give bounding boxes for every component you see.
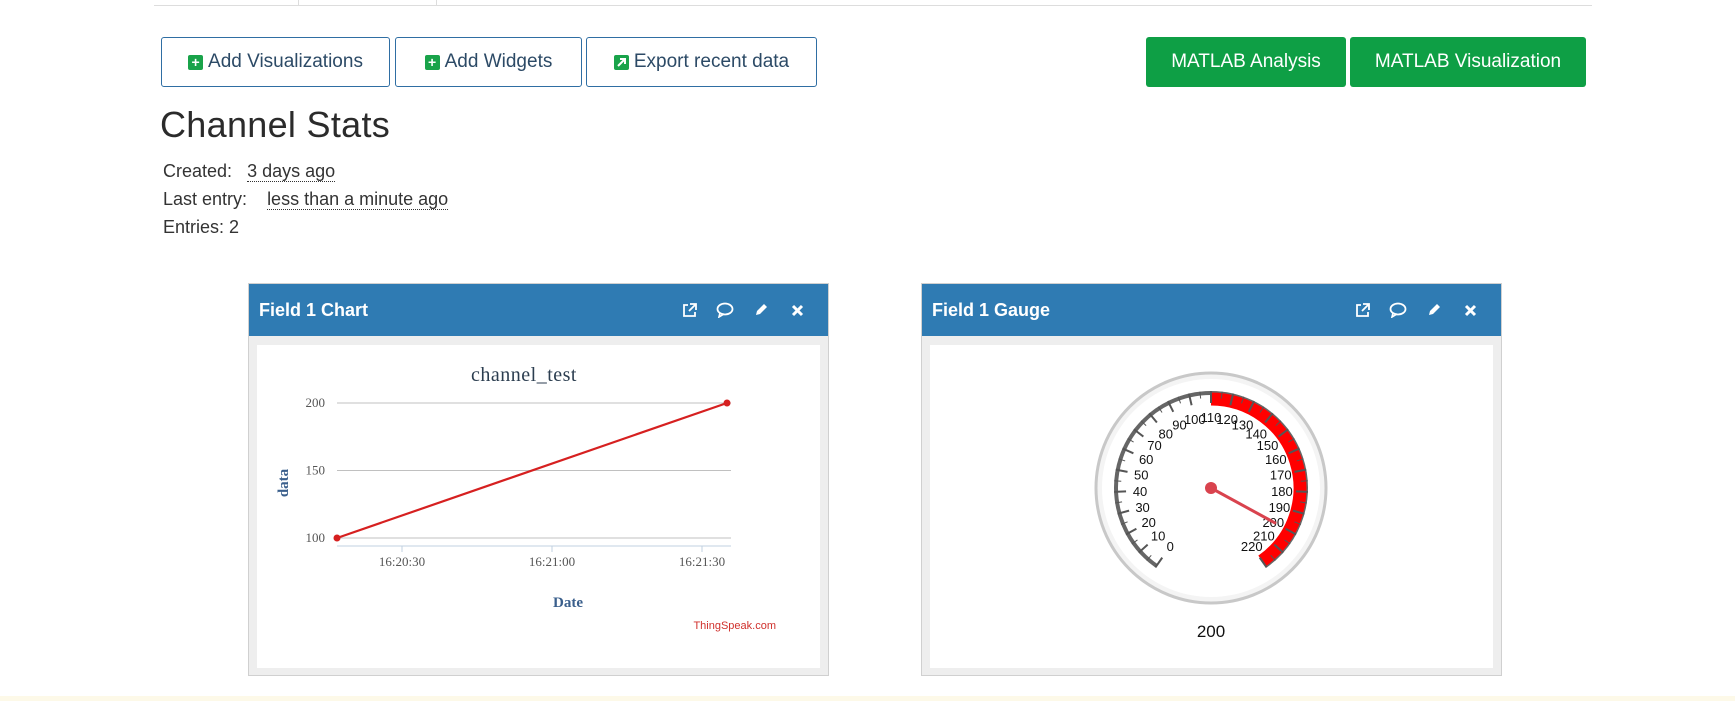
matlab-visualization-button[interactable]: MATLAB Visualization (1350, 37, 1586, 87)
entries-stat: Entries: 2 (163, 217, 240, 237)
matlab-visualization-label: MATLAB Visualization (1374, 51, 1562, 72)
field-1-chart-panel: Field 1 Chart channel_test 100 150 200 16:… (248, 283, 829, 676)
gauge-body: 0 10 20 30 40 50 60 70 80 90 100 110 120 130 140 150 160… (930, 345, 1493, 668)
add-widgets-button[interactable]: + Add Widgets (395, 37, 582, 87)
matlab-analysis-button[interactable]: MATLAB Analysis (1146, 37, 1346, 87)
y-tick-label: 150 (306, 463, 326, 478)
gauge-value-label: 200 (1197, 622, 1225, 641)
gauge-needle-hub (1205, 482, 1217, 494)
data-point[interactable] (723, 399, 731, 407)
y-tick-label: 100 (306, 530, 326, 545)
external-link-icon[interactable] (1353, 301, 1371, 319)
gauge-tick-label: 40 (1133, 484, 1147, 499)
y-axis-label: data (276, 468, 292, 497)
panel-title: Field 1 Chart (259, 299, 369, 320)
gauge-tick (1300, 480, 1308, 482)
add-visualizations-button[interactable]: + Add Visualizations (161, 37, 390, 87)
created-stat: Created: 3 days ago (163, 161, 336, 182)
created-label: Created: (163, 161, 233, 181)
comment-icon[interactable] (716, 301, 734, 319)
gauge-tick-label: 60 (1139, 452, 1153, 467)
pencil-icon[interactable] (752, 301, 770, 319)
last-entry-label: Last entry: (163, 189, 248, 209)
x-tick-label: 16:21:00 (529, 554, 575, 569)
x-tick-label: 16:20:30 (379, 554, 425, 569)
close-icon[interactable] (788, 301, 806, 319)
gauge-tick-label: 20 (1141, 515, 1155, 530)
pencil-icon[interactable] (1425, 301, 1443, 319)
panel-header: Field 1 Gauge (922, 284, 1501, 336)
add-widgets-label: Add Widgets (444, 51, 553, 72)
export-icon (613, 54, 629, 70)
gauge-tick-label: 170 (1270, 468, 1292, 483)
gauge-tick-label: 50 (1134, 468, 1148, 483)
data-point[interactable] (333, 534, 341, 542)
last-entry-value: less than a minute ago (267, 189, 449, 210)
tab-divider (436, 0, 437, 5)
add-visualizations-label: Add Visualizations (208, 51, 363, 72)
panel-actions (680, 284, 806, 336)
gauge-tick-label: 160 (1265, 452, 1287, 467)
tab-strip (154, 0, 1592, 6)
created-value: 3 days ago (247, 161, 336, 182)
external-link-icon[interactable] (680, 301, 698, 319)
close-icon[interactable] (1461, 301, 1479, 319)
gauge-tick-label: 180 (1271, 484, 1293, 499)
x-axis-label: Date (553, 595, 583, 611)
matlab-analysis-label: MATLAB Analysis (1171, 51, 1321, 72)
gauge-tick-label: 10 (1151, 528, 1165, 543)
field-1-gauge-panel: Field 1 Gauge 0 10 20 30 40 50 60 70 80 90 100 110 1… (921, 283, 1502, 676)
gauge-chart: 0102030405060708090100110120130140150160… (1094, 371, 1328, 641)
panel-actions (1353, 284, 1479, 336)
panel-header: Field 1 Chart (249, 284, 828, 336)
gauge-tick-label: 190 (1269, 500, 1291, 515)
comment-icon[interactable] (1389, 301, 1407, 319)
tab-divider (298, 0, 299, 5)
export-recent-data-button[interactable]: Export recent data (586, 37, 817, 87)
gauge-tick-label: 220 (1241, 539, 1263, 554)
gauge-tick-label: 0 (1167, 539, 1174, 554)
x-tick-label: 16:21:30 (679, 554, 725, 569)
footer-strip (0, 696, 1735, 701)
panel-title: Field 1 Gauge (932, 299, 1051, 320)
export-recent-data-label: Export recent data (633, 51, 790, 72)
chart-body: channel_test 100 150 200 16:20:30 16:21:00 1… (257, 345, 820, 668)
gauge-tick-label: 150 (1257, 438, 1279, 453)
plus-icon: + (424, 54, 440, 70)
chart-title: channel_test (471, 364, 577, 386)
plus-icon: + (188, 54, 204, 70)
line-chart: channel_test 100 150 200 16:20:30 16:21:00 1… (276, 364, 776, 632)
last-entry-stat: Last entry: less than a minute ago (163, 189, 449, 210)
y-tick-label: 200 (306, 395, 326, 410)
chart-credit[interactable]: ThingSpeak.com (693, 620, 776, 632)
gauge-tick (1114, 480, 1122, 482)
gauge-tick-label: 80 (1159, 426, 1173, 441)
gauge-tick-label: 30 (1135, 500, 1149, 515)
channel-stats-title: Channel Stats (160, 104, 391, 145)
